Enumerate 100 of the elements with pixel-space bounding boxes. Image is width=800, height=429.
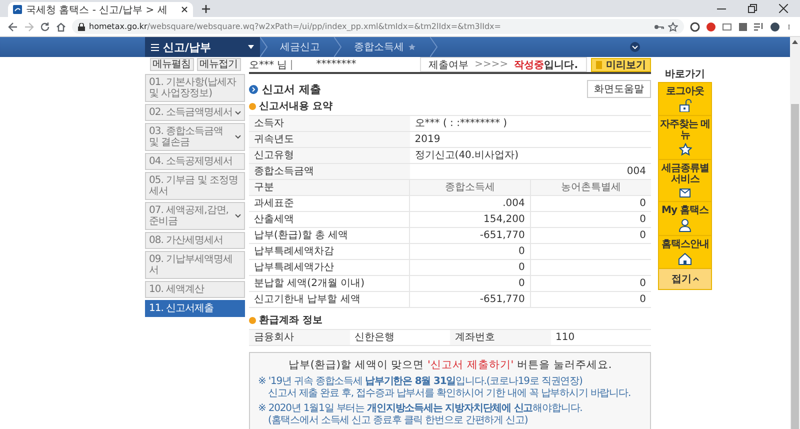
breadcrumb-link[interactable]: 종합소득세 xyxy=(342,37,430,57)
sidebar-item[interactable]: 09. 기납부세액명세서 xyxy=(145,251,245,279)
table-cell: 2019 xyxy=(410,132,651,148)
bullet-icon xyxy=(249,102,256,110)
table-cell: 귀속년도 xyxy=(249,132,410,148)
breadcrumb-link[interactable]: 세금신고 xyxy=(268,37,334,57)
star-icon xyxy=(678,143,692,156)
table-cell: 0 xyxy=(530,212,651,228)
table-cell: 오*** ( : :******** ) xyxy=(410,116,651,132)
menu-dropdown[interactable]: 신고/납부 xyxy=(145,37,260,57)
restore-icon[interactable] xyxy=(748,4,757,13)
table-cell: 계좌번호 xyxy=(450,330,550,346)
table-cell: 110 xyxy=(550,330,651,346)
table-cell: 0 xyxy=(530,276,651,292)
notice-text: 신고서 제출 완료 후, 접수증과 납부서를 확인하시어 기한 내에 꼭 납부하시기 바랍니다. xyxy=(267,388,632,400)
url-text: hometax.go.kr/websquare/websquare.wq?w2xPath=/ui/pp/index_pp.xml&tmIdx=&tm2lIdx=&tm3lIdx= xyxy=(89,22,502,31)
table-cell: -651,770 xyxy=(410,292,530,308)
reload-icon[interactable] xyxy=(40,22,50,32)
preview-button[interactable]: 미리보기 xyxy=(591,58,651,72)
scroll-up-icon[interactable] xyxy=(792,39,798,44)
notice-headline: 납부(환급)할 세액이 맞으면 '신고서 제출하기' 버튼을 눌러주세요. xyxy=(287,358,613,372)
section-title: 신고서 제출 xyxy=(262,82,321,96)
table-cell: 산출세액 xyxy=(249,212,410,228)
sidebar-item[interactable]: 02. 소득금액명세서 xyxy=(145,104,245,121)
star-icon[interactable] xyxy=(408,43,416,51)
home-icon[interactable] xyxy=(56,22,66,32)
close-icon[interactable] xyxy=(181,6,188,13)
browser-tab[interactable]: 국세청 홈택스 - 신고/납부 > 세 xyxy=(8,2,193,17)
column-header: 농어촌특별세 xyxy=(530,180,651,196)
profile-icon[interactable] xyxy=(770,22,780,32)
user-id: ******** xyxy=(316,59,356,70)
status-text: 작성중입니다. xyxy=(514,58,578,72)
extension-icon[interactable] xyxy=(738,22,748,32)
caret-up-icon xyxy=(692,277,698,281)
notice-text: (홈택스에서 소득세 신고 종료후 클릭 한번으로 간편하게 신고) xyxy=(267,415,529,427)
star-icon[interactable] xyxy=(668,22,678,32)
envelope-icon xyxy=(679,187,691,198)
quick-link[interactable]: My 홈택스 xyxy=(659,202,711,236)
status-label: 제출여부 xyxy=(428,58,469,72)
table-cell: 0 xyxy=(410,244,530,260)
media-icon[interactable] xyxy=(754,22,764,32)
user-name: 오*** 님 xyxy=(249,58,288,72)
table-cell: 0 xyxy=(530,196,651,212)
help-button[interactable]: 화면도움말 xyxy=(587,80,651,98)
scrollbar[interactable] xyxy=(790,37,800,429)
chevron-separator-icon xyxy=(334,37,342,57)
padlock-icon xyxy=(677,99,693,112)
adblock-icon[interactable] xyxy=(706,22,716,32)
person-icon xyxy=(678,218,692,232)
quick-link[interactable]: 세금종류별 서비스 xyxy=(659,160,711,202)
notice-text: ※ 2020년 1월1일 부터는 개인지방소득세는 지방자치단체에 신고해야합니다. xyxy=(258,403,584,415)
table-cell: 종합소득금액 xyxy=(249,164,410,180)
table-cell: 납부(환급)할 총 세액 xyxy=(249,228,410,244)
lock-icon xyxy=(78,22,85,30)
bullet-icon xyxy=(249,316,256,324)
table-cell: 154,200 xyxy=(410,212,530,228)
quick-links-title: 바로가기 xyxy=(664,68,706,81)
back-icon[interactable] xyxy=(8,22,18,32)
table-cell: 0 xyxy=(530,228,651,244)
address-bar[interactable]: hometax.go.kr/websquare/websquare.wq?w2xPath=/ui/pp/index_pp.xml&tmIdx=&tm2lIdx=&tm3lIdx= xyxy=(72,19,684,34)
extension-icon[interactable] xyxy=(690,22,700,32)
table-cell: .004 xyxy=(410,196,530,212)
caret-icon xyxy=(248,45,254,49)
table-cell: 신고유형 xyxy=(249,148,410,164)
sidebar-item[interactable]: 08. 가산세명세서 xyxy=(145,232,245,249)
menu-icon xyxy=(151,44,159,50)
sidebar-item[interactable]: 07. 세액공제,감면,준비금 xyxy=(145,202,245,230)
table-cell: 0 xyxy=(530,292,651,308)
table-cell: 납부특례세액가산 xyxy=(249,260,410,276)
quick-link[interactable]: 자주찾는 메뉴 xyxy=(659,116,711,160)
table-cell: 분납할 세액(2개월 이내) xyxy=(249,276,410,292)
new-tab-icon[interactable] xyxy=(201,4,211,14)
menu-toggle-button[interactable]: 메뉴펼침 xyxy=(150,58,194,71)
status-arrows: >>>> xyxy=(474,59,508,70)
table-cell: 0 xyxy=(410,260,530,276)
fold-button[interactable]: 접기 xyxy=(659,269,711,289)
chevron-separator-icon xyxy=(430,37,438,57)
sidebar-item[interactable]: 04. 소득공제명세서 xyxy=(145,153,245,170)
sidebar-item[interactable]: 10. 세액계산 xyxy=(145,281,245,298)
sidebar-item[interactable]: 01. 기본사항(납세자 및 사업장정보) xyxy=(145,74,245,102)
table-cell: 소득자 xyxy=(249,116,410,132)
column-header: 종합소득세 xyxy=(410,180,530,196)
subsection-title: 신고서내용 요약 xyxy=(259,100,332,113)
notice-text: ※ '19년 귀속 종합소득세 납부기한은 8월 31일입니다.(코로나19로 직권연장) xyxy=(258,376,584,388)
menu-toggle-button[interactable]: 메뉴접기 xyxy=(196,58,240,71)
chevron-down-icon[interactable] xyxy=(630,42,640,52)
quick-link[interactable]: 로그아웃 xyxy=(659,83,711,116)
table-cell: 금융회사 xyxy=(249,330,350,346)
arrow-circle-icon xyxy=(249,84,258,94)
cast-icon[interactable] xyxy=(722,22,732,32)
sidebar-item[interactable]: 03. 종합소득금액 및 결손금 xyxy=(145,123,245,151)
table-cell: 정기신고(40.비사업자) xyxy=(410,148,651,164)
table-cell: 납부특례세액차감 xyxy=(249,244,410,260)
table-cell: 0 xyxy=(410,276,530,292)
menu-icon[interactable] xyxy=(786,22,792,32)
sidebar-item[interactable]: 05. 기부금 및 조정명세서 xyxy=(145,172,245,200)
chevron-separator-icon xyxy=(260,37,268,57)
sidebar-item[interactable]: 11. 신고서제출 xyxy=(145,300,245,317)
subsection-title: 환급계좌 정보 xyxy=(259,314,322,327)
close-icon[interactable] xyxy=(779,4,788,13)
